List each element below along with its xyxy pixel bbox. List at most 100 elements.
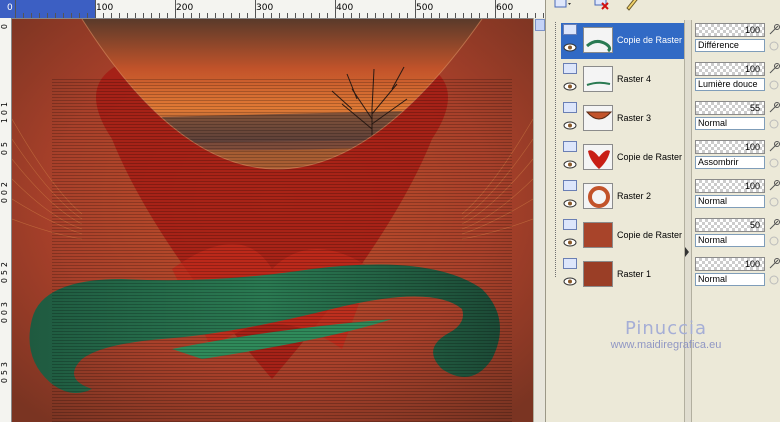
eye-icon[interactable] — [563, 82, 577, 91]
image-canvas-window: 0 100 200 300 400 500 600 0 1 0 1 5 0 2 … — [0, 0, 545, 422]
layer-row[interactable]: Copie de Raster — [561, 140, 684, 176]
opacity-slider[interactable]: 55 — [695, 101, 765, 115]
ruler-label: 200 — [176, 3, 194, 13]
eye-icon[interactable] — [563, 43, 577, 52]
lock-icon[interactable] — [768, 258, 780, 270]
ruler-tick — [103, 13, 104, 18]
ruler-tick — [527, 13, 528, 18]
ruler-tick — [455, 13, 456, 18]
opacity-slider[interactable]: 100 — [695, 257, 765, 271]
scroll-up-icon[interactable] — [535, 19, 545, 31]
eye-icon[interactable] — [563, 121, 577, 130]
ruler-label: 1 — [0, 118, 9, 124]
ruler-tick — [287, 13, 288, 18]
ruler-tick — [439, 13, 440, 18]
blend-mode-select[interactable]: Assombrir — [695, 156, 765, 169]
eye-icon[interactable] — [563, 238, 577, 247]
layer-visibility-icon[interactable] — [563, 63, 577, 74]
ruler-tick — [367, 13, 368, 18]
ruler-tick — [47, 13, 48, 18]
lock-icon[interactable] — [768, 24, 780, 36]
ruler-tick — [143, 13, 144, 18]
palette-divider[interactable] — [684, 20, 692, 422]
link-icon[interactable] — [768, 157, 780, 169]
eye-icon[interactable] — [563, 277, 577, 286]
lock-icon[interactable] — [768, 180, 780, 192]
ruler-tick — [511, 13, 512, 18]
layer-thumbnail — [583, 222, 613, 248]
blend-mode-select[interactable]: Normal — [695, 195, 765, 208]
ruler-tick — [343, 13, 344, 18]
ruler-tick — [95, 0, 96, 18]
layer-icon[interactable] — [552, 0, 572, 14]
opacity-slider[interactable]: 100 — [695, 140, 765, 154]
artwork-image[interactable] — [12, 19, 533, 422]
ruler-label: 400 — [336, 3, 354, 13]
blend-mode-select[interactable]: Normal — [695, 234, 765, 247]
layer-visibility-icon[interactable] — [563, 180, 577, 191]
ruler-label: 0 — [0, 190, 9, 196]
blend-mode-select[interactable]: Normal — [695, 273, 765, 286]
opacity-slider[interactable]: 100 — [695, 23, 765, 37]
ruler-tick — [487, 13, 488, 18]
blend-mode-select[interactable]: Normal — [695, 117, 765, 130]
ruler-tick — [111, 13, 112, 18]
ruler-tick — [335, 0, 336, 18]
eye-icon[interactable] — [563, 160, 577, 169]
opacity-slider[interactable]: 100 — [695, 62, 765, 76]
delete-layer-icon[interactable] — [592, 0, 612, 14]
layer-visibility-icon[interactable] — [563, 102, 577, 113]
link-icon[interactable] — [768, 196, 780, 208]
blend-mode-select[interactable]: Différence — [695, 39, 765, 52]
ruler-tick — [183, 13, 184, 18]
ruler-tick — [399, 13, 400, 18]
ruler-tick — [311, 13, 312, 18]
opacity-slider[interactable]: 50 — [695, 218, 765, 232]
ruler-tick — [127, 13, 128, 18]
eye-icon[interactable] — [563, 199, 577, 208]
layer-props-row: 50 Normal — [695, 218, 780, 254]
link-icon[interactable] — [768, 274, 780, 286]
layer-visibility-icon[interactable] — [563, 258, 577, 269]
layer-row[interactable]: Copie de Raster — [561, 218, 684, 254]
ruler-tick — [503, 13, 504, 18]
ruler-label: 0 — [7, 3, 13, 13]
layers-toolbar — [546, 0, 780, 16]
lock-icon[interactable] — [768, 102, 780, 114]
layer-row[interactable]: Copie de Raster — [561, 23, 684, 59]
link-icon[interactable] — [768, 40, 780, 52]
opacity-slider[interactable]: 100 — [695, 179, 765, 193]
layer-visibility-icon[interactable] — [563, 141, 577, 152]
layer-thumbnail — [583, 27, 613, 53]
edit-icon[interactable] — [622, 0, 642, 14]
lock-icon[interactable] — [768, 141, 780, 153]
opacity-value: 100 — [744, 259, 760, 269]
link-icon[interactable] — [768, 235, 780, 247]
layer-visibility-icon[interactable] — [563, 24, 577, 35]
layer-row[interactable]: Raster 2 — [561, 179, 684, 215]
link-icon[interactable] — [768, 79, 780, 91]
layer-row[interactable]: Raster 4 — [561, 62, 684, 98]
opacity-value: 100 — [744, 142, 760, 152]
ruler-label: 0 — [0, 318, 9, 324]
layer-thumbnail — [583, 105, 613, 131]
blend-mode-select[interactable]: Lumière douce — [695, 78, 765, 91]
link-icon[interactable] — [768, 118, 780, 130]
ruler-tick — [463, 13, 464, 18]
layer-row[interactable]: Raster 1 — [561, 257, 684, 293]
ruler-tick — [247, 13, 248, 18]
splitter-handle-icon[interactable] — [684, 237, 690, 267]
layer-name: Copie de Raster — [617, 230, 683, 240]
layer-visibility-icon[interactable] — [563, 219, 577, 230]
layer-props-row: 100 Normal — [695, 179, 780, 215]
ruler-label: 0 — [0, 198, 9, 204]
layers-palette: Copie de Raster Raster 4 Raster 3 Copie … — [545, 0, 780, 422]
ruler-tick — [79, 13, 80, 18]
vertical-scrollbar[interactable] — [533, 18, 545, 422]
ruler-tick — [415, 0, 416, 18]
layer-row[interactable]: Raster 3 — [561, 101, 684, 137]
ruler-tick — [167, 13, 168, 18]
ruler-tick — [351, 13, 352, 18]
lock-icon[interactable] — [768, 219, 780, 231]
lock-icon[interactable] — [768, 63, 780, 75]
